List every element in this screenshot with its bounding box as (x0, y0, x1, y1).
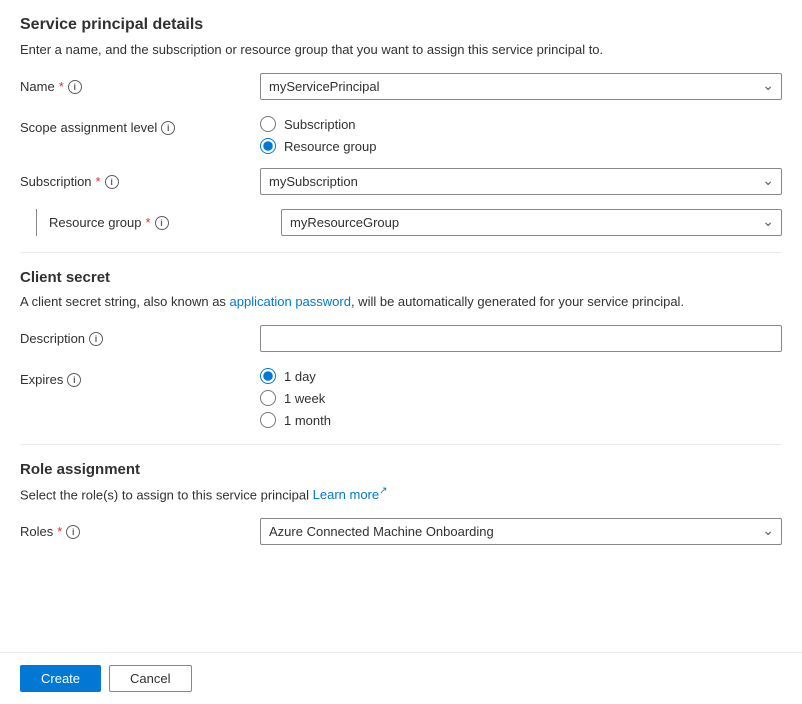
name-select[interactable]: myServicePrincipal (260, 73, 782, 100)
scope-resource-group-label: Resource group (284, 139, 377, 154)
scope-label: Scope assignment level i (20, 114, 260, 135)
subscription-info-icon[interactable]: i (105, 175, 119, 189)
resource-group-label: Resource group * i (41, 209, 281, 230)
cancel-button[interactable]: Cancel (109, 665, 191, 692)
expires-radio-1week-input[interactable] (260, 390, 276, 406)
name-label: Name * i (20, 73, 260, 94)
client-secret-title: Client secret (20, 269, 782, 286)
subscription-control-area: mySubscription (260, 168, 782, 195)
resource-group-row: Resource group * i myResourceGroup (40, 209, 782, 236)
resource-group-select-wrapper: myResourceGroup (281, 209, 782, 236)
description-control-area (260, 325, 782, 352)
divider-2 (20, 444, 782, 445)
subscription-label-text: Subscription (20, 174, 92, 189)
expires-control-area: 1 day 1 week 1 month (260, 366, 782, 428)
scope-label-text: Scope assignment level (20, 120, 157, 135)
expires-label-text: Expires (20, 372, 63, 387)
scope-radio-group: Subscription Resource group (260, 114, 782, 154)
role-assignment-desc: Select the role(s) to assign to this ser… (20, 486, 782, 502)
indent-line (36, 209, 37, 236)
create-button[interactable]: Create (20, 665, 101, 692)
client-secret-desc-prefix: A client secret string, also known as (20, 294, 230, 309)
resource-group-control-area: myResourceGroup (281, 209, 782, 236)
scope-subscription-label: Subscription (284, 117, 356, 132)
scope-row: Scope assignment level i Subscription Re… (20, 114, 782, 154)
scope-radio-resource-group-input[interactable] (260, 138, 276, 154)
expires-radio-group: 1 day 1 week 1 month (260, 366, 782, 428)
roles-row: Roles * i Azure Connected Machine Onboar… (20, 518, 782, 545)
divider-1 (20, 252, 782, 253)
external-link-icon: ↗ (379, 486, 387, 497)
roles-label-text: Roles (20, 524, 53, 539)
client-secret-link[interactable]: application password (230, 294, 351, 309)
resource-group-label-text: Resource group (49, 215, 142, 230)
subscription-label: Subscription * i (20, 168, 260, 189)
role-assignment-desc-prefix: Select the role(s) to assign to this ser… (20, 487, 313, 502)
subscription-required-star: * (96, 174, 101, 189)
roles-control-area: Azure Connected Machine Onboarding (260, 518, 782, 545)
resource-group-required-star: * (146, 215, 151, 230)
name-control-area: myServicePrincipal (260, 73, 782, 100)
roles-select-wrapper: Azure Connected Machine Onboarding (260, 518, 782, 545)
scope-radio-subscription-input[interactable] (260, 116, 276, 132)
learn-more-link[interactable]: Learn more↗ (313, 487, 388, 502)
scope-control-area: Subscription Resource group (260, 114, 782, 154)
resource-group-select[interactable]: myResourceGroup (281, 209, 782, 236)
resource-group-info-icon[interactable]: i (155, 216, 169, 230)
subscription-select-wrapper: mySubscription (260, 168, 782, 195)
description-row: Description i (20, 325, 782, 352)
description-label: Description i (20, 325, 260, 346)
client-secret-desc-suffix: , will be automatically generated for yo… (351, 294, 684, 309)
expires-row: Expires i 1 day 1 week 1 month (20, 366, 782, 428)
client-secret-desc: A client secret string, also known as ap… (20, 294, 782, 309)
expires-label: Expires i (20, 366, 260, 387)
subscription-row: Subscription * i mySubscription (20, 168, 782, 195)
scope-radio-resource-group[interactable]: Resource group (260, 138, 782, 154)
expires-1month-label: 1 month (284, 413, 331, 428)
name-info-icon[interactable]: i (68, 80, 82, 94)
roles-required-star: * (57, 524, 62, 539)
scope-info-icon[interactable]: i (161, 121, 175, 135)
expires-radio-1month[interactable]: 1 month (260, 412, 782, 428)
expires-radio-1day-input[interactable] (260, 368, 276, 384)
expires-1week-label: 1 week (284, 391, 325, 406)
expires-radio-1week[interactable]: 1 week (260, 390, 782, 406)
description-input[interactable] (260, 325, 782, 352)
roles-select[interactable]: Azure Connected Machine Onboarding (260, 518, 782, 545)
page-title: Service principal details (20, 16, 782, 34)
name-row: Name * i myServicePrincipal (20, 73, 782, 100)
expires-radio-1day[interactable]: 1 day (260, 368, 782, 384)
subscription-select[interactable]: mySubscription (260, 168, 782, 195)
name-label-text: Name (20, 79, 55, 94)
description-info-icon[interactable]: i (89, 332, 103, 346)
roles-label: Roles * i (20, 518, 260, 539)
role-assignment-title: Role assignment (20, 461, 782, 478)
page-subtitle: Enter a name, and the subscription or re… (20, 42, 782, 57)
roles-info-icon[interactable]: i (66, 525, 80, 539)
scope-radio-subscription[interactable]: Subscription (260, 116, 782, 132)
expires-1day-label: 1 day (284, 369, 316, 384)
expires-radio-1month-input[interactable] (260, 412, 276, 428)
footer-bar: Create Cancel (0, 652, 802, 704)
description-label-text: Description (20, 331, 85, 346)
name-select-wrapper: myServicePrincipal (260, 73, 782, 100)
name-required-star: * (59, 79, 64, 94)
expires-info-icon[interactable]: i (67, 373, 81, 387)
